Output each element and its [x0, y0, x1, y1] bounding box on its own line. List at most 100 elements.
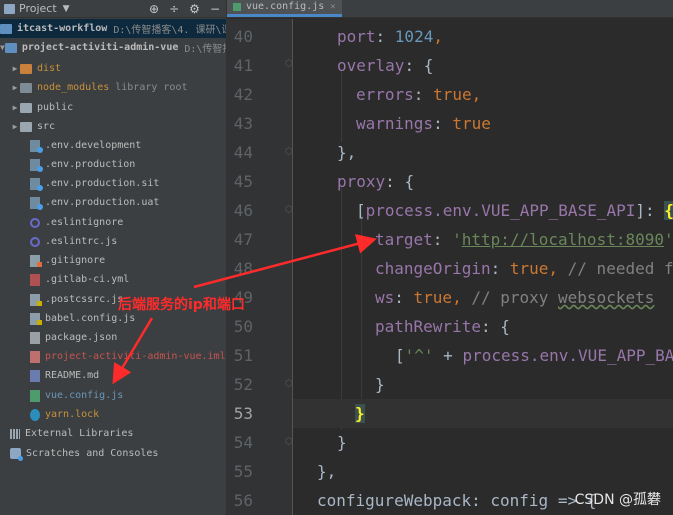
tree-item-env-production-uat[interactable]: .env.production.uat [0, 193, 226, 212]
tree-item-public[interactable]: ▶ public [0, 98, 226, 117]
tree-item-label: .gitlab-ci.yml [45, 274, 130, 285]
code-line-53-current[interactable]: } [293, 399, 673, 428]
fold-marker-icon[interactable]: ⬡ [285, 147, 294, 157]
tree-item-eslintignore[interactable]: .eslintignore [0, 213, 226, 232]
tree-item-label: .env.production.sit [45, 178, 160, 189]
tree-item-label: yarn.lock [45, 409, 100, 420]
tree-item-label: README.md [45, 370, 100, 381]
gear-icon[interactable]: ⚙ [189, 2, 200, 16]
code-token: target [375, 230, 433, 249]
code-line-56[interactable]: configureWebpack: config => { [317, 486, 596, 515]
fold-marker-icon[interactable]: ⬡ [285, 205, 294, 215]
external-libraries-icon [10, 428, 20, 439]
watermark: CSDN @孤礬 [574, 492, 661, 508]
close-icon[interactable]: ✕ [330, 2, 335, 12]
chevron-right-icon[interactable]: ▶ [10, 83, 20, 92]
tree-item-label: .gitignore [45, 255, 106, 266]
project-panel-toolbar: ⊕ ÷ ⚙ − [149, 2, 220, 16]
code-token: true [413, 288, 453, 307]
tree-item-package-json[interactable]: package.json [0, 328, 226, 347]
tree-item-env-development[interactable]: .env.development [0, 136, 226, 155]
line-number: 51 [233, 346, 253, 365]
code-editor[interactable]: vue.config.js ✕ 40 41 42 43 44 45 46 47 … [226, 0, 673, 515]
tree-item-scratches[interactable]: Scratches and Consoles [0, 444, 226, 463]
tab-vue-config-js[interactable]: vue.config.js ✕ [227, 0, 342, 17]
chevron-right-icon[interactable]: ▶ [10, 103, 20, 112]
tree-item-path: D:\传智播客\4. 课研\课 [113, 25, 226, 36]
code-line-48[interactable]: changeOrigin: true, // needed fo [375, 254, 673, 283]
tree-item-external-libraries[interactable]: External Libraries [0, 424, 226, 443]
tree-item-gitignore[interactable]: .gitignore [0, 251, 226, 270]
code-line-52[interactable]: } [375, 370, 385, 399]
tree-item-label: Scratches and Consoles [26, 448, 159, 459]
code-token: true [433, 85, 472, 104]
collapse-all-icon[interactable]: ÷ [169, 2, 179, 16]
chevron-right-icon[interactable]: ▶ [10, 64, 20, 73]
tree-item-project-activiti-admin-vue[interactable]: ▼ project-activiti-admin-vue D:\传智播客 [0, 38, 226, 57]
locate-target-icon[interactable]: ⊕ [149, 2, 159, 16]
fold-marker-icon[interactable]: ⬡ [285, 379, 294, 389]
code-line-45[interactable]: proxy: { [337, 167, 414, 196]
code-token: } [337, 433, 347, 452]
tree-item-vue-config[interactable]: vue.config.js [0, 386, 226, 405]
code-line-46[interactable]: [process.env.VUE_APP_BASE_API]: { [356, 196, 673, 225]
js-file-icon [30, 293, 42, 306]
tree-item-env-production-sit[interactable]: .env.production.sit [0, 174, 226, 193]
code-line-43[interactable]: warnings: true [356, 109, 491, 138]
code-line-40[interactable]: port: 1024, [337, 22, 443, 51]
tree-item-dist[interactable]: ▶ dist [0, 59, 226, 78]
tab-label: vue.config.js [246, 1, 325, 12]
code-line-55[interactable]: }, [317, 457, 336, 486]
code-token: port [337, 27, 376, 46]
tree-item-yarn-lock[interactable]: yarn.lock [0, 405, 226, 424]
line-number: 56 [233, 491, 253, 510]
code-token: proxy [337, 172, 386, 191]
env-file-icon [30, 158, 43, 172]
js-file-icon [30, 312, 42, 325]
matched-brace: } [355, 404, 365, 423]
tree-item-env-production[interactable]: .env.production [0, 155, 226, 174]
line-number: 41 [233, 56, 253, 75]
project-panel-header[interactable]: Project ▼ ⊕ ÷ ⚙ − [0, 0, 226, 18]
folder-library-icon [20, 82, 32, 93]
library-root-label: library root [115, 82, 188, 93]
code-line-47[interactable]: target: 'http://localhost:8090' [375, 225, 673, 254]
tree-item-label: .eslintrc.js [45, 236, 118, 247]
tree-item-itcast-workflow[interactable]: itcast-workflow D:\传智播客\4. 课研\课 [0, 19, 226, 38]
tree-item-gitlab-ci[interactable]: .gitlab-ci.yml [0, 270, 226, 289]
code-line-44[interactable]: }, [337, 138, 356, 167]
vue-config-file-icon [30, 389, 40, 402]
line-number: 40 [233, 27, 253, 46]
tree-item-label: node_modules [37, 82, 110, 93]
line-number: 47 [233, 230, 253, 249]
tree-item-readme[interactable]: README.md [0, 366, 226, 385]
tree-item-label: dist [37, 63, 62, 74]
code-line-54[interactable]: } [337, 428, 347, 457]
code-line-50[interactable]: pathRewrite: { [375, 312, 510, 341]
code-line-49[interactable]: ws: true, // proxy websockets [375, 283, 654, 312]
tree-item-label: .env.production [45, 159, 136, 170]
tree-item-src[interactable]: ▶ src [0, 117, 226, 136]
fold-marker-icon[interactable]: ⬡ [285, 437, 294, 447]
code-token: ws [375, 288, 395, 307]
annotation-label: 后端服务的ip和端口 [118, 297, 245, 313]
hide-panel-icon[interactable]: − [210, 2, 220, 16]
code-line-51[interactable]: ['^' + process.env.VUE_APP_BAS [395, 341, 673, 370]
tree-item-iml[interactable]: project-activiti-admin-vue.iml [0, 347, 226, 366]
chevron-right-icon[interactable]: ▶ [10, 122, 20, 131]
code-line-41[interactable]: overlay: { [337, 51, 433, 80]
tree-item-node-modules[interactable]: ▶ node_modules library root [0, 78, 226, 97]
fold-marker-icon[interactable]: ⬡ [285, 59, 294, 69]
target-url-link[interactable]: http://localhost:8090 [462, 230, 664, 249]
json-file-icon [30, 331, 40, 344]
module-icon [4, 42, 17, 53]
line-number-current: 53 [233, 404, 253, 423]
chevron-down-icon[interactable]: ▼ [63, 4, 70, 14]
code-token: }, [337, 143, 357, 162]
line-number: 54 [233, 433, 253, 452]
code-line-42[interactable]: errors: true, [356, 80, 481, 109]
vue-config-file-icon [233, 2, 241, 11]
tree-item-eslintrc[interactable]: .eslintrc.js [0, 232, 226, 251]
indent-guide [341, 186, 342, 430]
code-comment: // needed fo [567, 259, 673, 278]
